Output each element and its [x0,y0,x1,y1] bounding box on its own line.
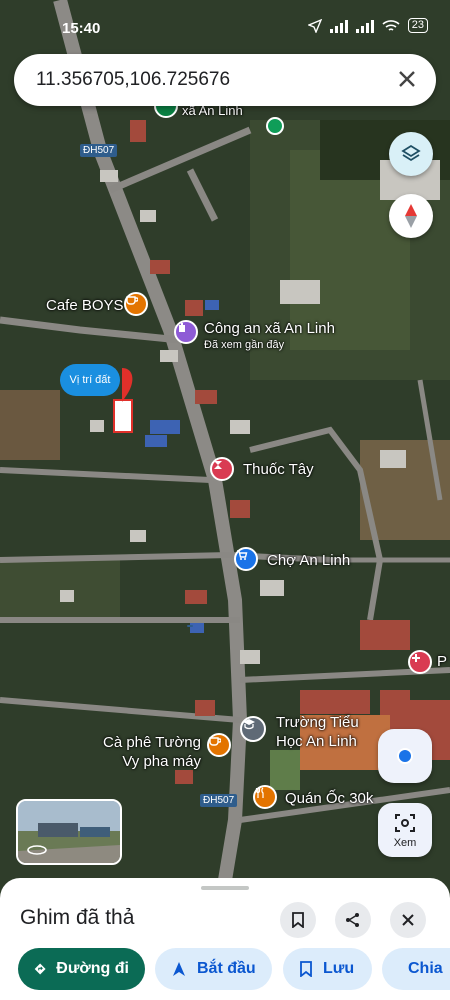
share-icon [346,913,359,927]
compass-icon [405,204,417,228]
my-location-icon [397,748,413,764]
layers-icon [401,144,421,162]
label-thuoc-tay[interactable]: Thuốc Tây [243,461,314,478]
start-button[interactable]: Bắt đầu [155,948,272,990]
sheet-title: Ghim đã thả [20,906,135,929]
label-truong-tieu-hoc[interactable]: Trường Tiểu Học An Linh [276,713,359,751]
label-ca-phe-tuong-vy[interactable]: Cà phê Tường Vy pha máy [103,733,201,771]
signal-icon-2 [355,19,374,33]
dropped-pin-area [113,399,133,433]
save-button[interactable]: Lưu [283,948,372,990]
share-label: Chia [408,960,443,977]
park-icon[interactable] [266,117,284,135]
status-icons: 23 [307,18,428,33]
school-icon[interactable] [240,716,266,742]
label-cho-an-linh[interactable]: Chợ An Linh [267,552,350,569]
compass-button[interactable] [389,194,433,238]
bottom-sheet[interactable]: Ghim đã thả Đường đi Bắt đầu Lưu Chia [0,878,450,1000]
status-bar: 15:40 23 [0,0,450,40]
share-icon-button[interactable] [335,902,371,938]
navigation-arrow-icon [173,962,185,976]
label-cong-an[interactable]: Công an xã An Linh [204,320,335,337]
pin-label-bubble[interactable]: Vị trí đất [60,364,120,396]
my-location-button[interactable] [378,729,432,783]
save-icon-button[interactable] [280,902,316,938]
battery-level: 23 [407,18,428,33]
close-icon[interactable] [394,66,420,92]
street-view-button[interactable]: Xem [378,803,432,857]
directions-label: Đường đi [56,960,129,977]
save-label: Lưu [323,960,355,977]
road-tag-dh507-top: ĐH507 [80,144,118,157]
cart-icon[interactable] [234,547,258,571]
search-bar[interactable]: 11.356705,106.725676 [14,54,436,106]
coffee-icon[interactable] [207,733,231,757]
directions-icon [34,963,46,975]
camera-scan-icon [395,814,415,832]
start-label: Bắt đầu [197,960,256,977]
layers-button[interactable] [389,132,433,176]
xem-label: Xem [393,837,417,849]
street-view-thumbnail[interactable] [16,799,122,865]
road-tag-mid [187,625,193,627]
close-icon [402,914,414,926]
bookmark-icon [300,961,312,977]
search-query-text[interactable]: 11.356705,106.725676 [36,69,230,91]
label-recently-viewed: Đã xem gần đây [204,339,285,351]
rotate-360-icon [27,845,47,855]
label-quan-oc[interactable]: Quán Ốc 30k [285,790,373,807]
status-time: 15:40 [62,20,101,37]
pharmacy-icon[interactable] [210,457,234,481]
close-sheet-button[interactable] [390,902,426,938]
directions-button[interactable]: Đường đi [18,948,145,990]
police-icon[interactable] [174,320,198,344]
location-arrow-icon [307,18,322,33]
bookmark-icon [292,912,304,928]
signal-icon [329,19,348,33]
label-edge-p: P [437,653,448,670]
hospital-icon[interactable] [408,650,432,674]
restaurant-icon[interactable] [253,785,277,809]
wifi-icon [382,19,400,31]
drag-handle[interactable] [201,886,249,890]
label-cafe-boys[interactable]: Cafe BOYS [46,297,124,314]
share-button[interactable]: Chia [382,948,450,990]
road-tag-dh507-bottom: ĐH507 [200,794,238,807]
cafe-icon[interactable] [124,292,148,316]
